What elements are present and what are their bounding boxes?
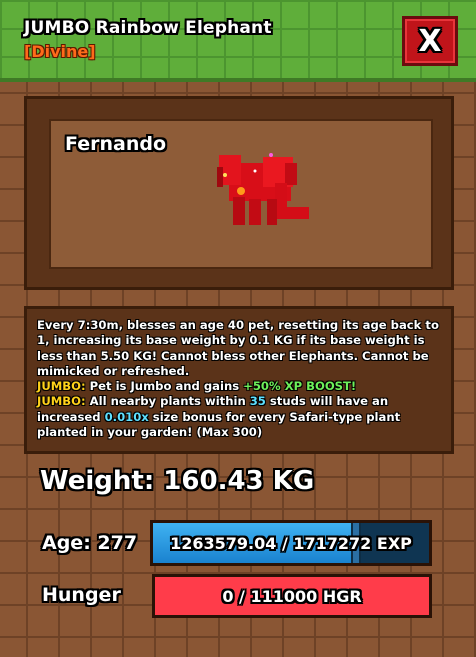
close-button[interactable]: X <box>402 16 458 66</box>
pet-viewer-inner: Fernando <box>49 119 433 269</box>
studs-value: 35 <box>249 394 266 409</box>
hunger-label: Hunger <box>42 584 121 606</box>
exp-progress-bar: 1263579.04 / 1717272 EXP <box>150 520 432 566</box>
close-icon[interactable]: X <box>418 24 441 59</box>
hunger-bar: 0 / 111000 HGR <box>152 574 432 618</box>
xp-boost-text: +50% XP BOOST! <box>243 379 357 394</box>
hunger-text: 0 / 111000 HGR <box>222 586 362 606</box>
jumbo-tag: JUMBO: <box>37 379 86 394</box>
jumbo-tag: JUMBO: <box>37 394 86 409</box>
ability-description: Every 7:30m, blesses an age 40 pet, rese… <box>24 306 454 454</box>
pet-title: JUMBO Rainbow Elephant <box>24 18 272 38</box>
multiplier-value: 0.010x <box>104 409 149 424</box>
pet-name: Fernando <box>65 133 166 155</box>
exp-text: 1263579.04 / 1717272 EXP <box>170 533 412 553</box>
age-label: Age: 277 <box>42 532 138 554</box>
jumbo-text: Pet is Jumbo and gains <box>85 379 244 394</box>
rarity-label: [Divine] <box>24 42 96 61</box>
weight-label: Weight: 160.43 KG <box>40 466 315 496</box>
description-main: Every 7:30m, blesses an age 40 pet, rese… <box>37 318 439 378</box>
pet-viewer: Fernando <box>24 96 454 290</box>
header-bar: JUMBO Rainbow Elephant [Divine] X <box>0 0 476 82</box>
red-elephant-icon <box>217 153 309 225</box>
jumbo-text: All nearby plants within <box>85 394 250 409</box>
